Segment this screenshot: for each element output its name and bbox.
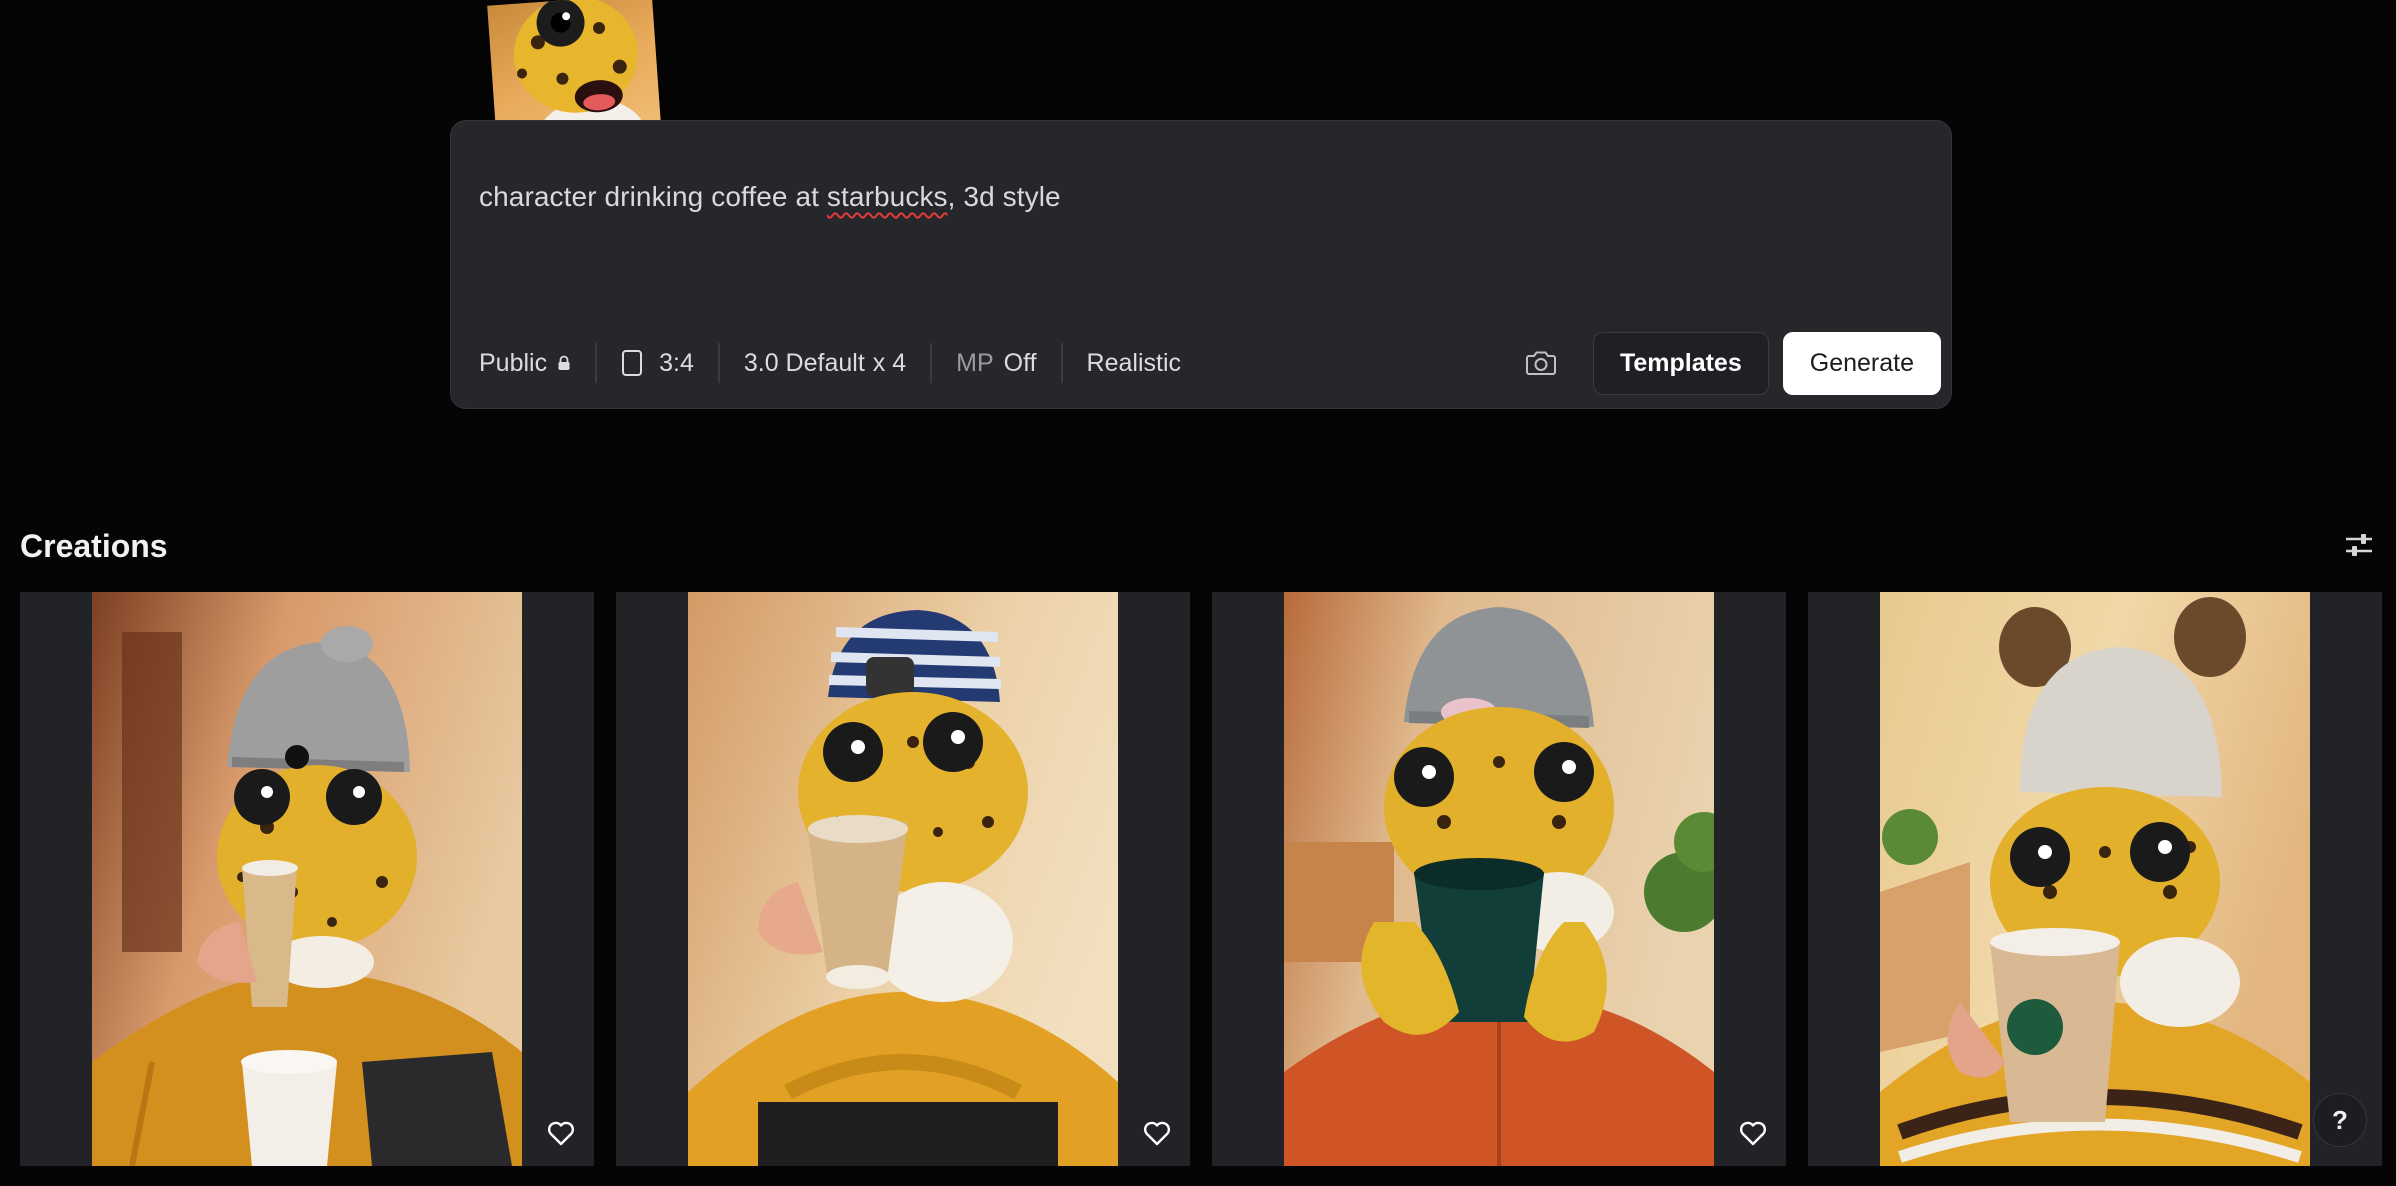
creations-heading: Creations [20,528,168,564]
magic-prompt-toggle[interactable]: MP Off [956,349,1036,378]
creation-image[interactable] [1880,592,2310,1166]
filter-settings-button[interactable] [2344,529,2374,561]
creations-grid [20,592,2382,1166]
creation-4-art [1880,592,2310,1166]
style-selector[interactable]: Realistic [1087,349,1181,378]
toolbar-divider [1060,343,1063,383]
creation-card[interactable] [20,592,594,1166]
creation-image[interactable] [92,592,522,1166]
like-button[interactable] [1138,1114,1176,1152]
prompt-panel: character drinking coffee at starbucks, … [450,120,1952,409]
image-count-label: x 4 [872,348,907,377]
model-selector[interactable]: 3.0 Default x 4 [744,349,906,378]
creation-card[interactable] [616,592,1190,1166]
generate-button[interactable]: Generate [1782,331,1941,395]
magic-prompt-value: Off [1003,348,1037,377]
heart-icon [547,1121,575,1146]
prompt-misspelled-word: starbucks [826,181,948,212]
toolbar-divider [717,343,720,383]
templates-button[interactable]: Templates [1592,331,1769,395]
creation-3-art [1284,592,1714,1166]
camera-icon [1525,351,1556,375]
aspect-ratio-selector[interactable]: 3:4 [621,349,694,378]
prompt-toolbar: Public 3:4 3.0 Default x 4 MP Off Realis… [479,318,1941,408]
toolbar-divider [595,343,598,383]
creation-card[interactable] [1212,592,1786,1166]
lock-icon [558,355,570,370]
page: character drinking coffee at starbucks, … [0,0,2396,1186]
toolbar-divider [930,343,933,383]
prompt-text-end: , 3d style [947,181,1061,212]
toolbar-actions: Templates Generate [1517,331,1941,395]
heart-icon [1143,1121,1171,1146]
aspect-ratio-label: 3:4 [659,348,694,377]
creation-2-art [688,592,1118,1166]
prompt-text-start: character drinking coffee at [479,181,827,212]
creation-image[interactable] [1284,592,1714,1166]
like-button[interactable] [1734,1114,1772,1152]
like-button[interactable] [542,1114,580,1152]
model-label: 3.0 Default [743,348,865,377]
portrait-frame-icon [622,350,643,376]
prompt-input[interactable]: character drinking coffee at starbucks, … [479,181,1061,213]
creation-card[interactable] [1808,592,2382,1166]
creation-image[interactable] [688,592,1118,1166]
visibility-label: Public [479,348,548,377]
magic-prompt-prefix: MP [956,348,994,377]
upload-image-button[interactable] [1517,339,1565,387]
sliders-icon [2346,534,2372,556]
help-button[interactable]: ? [2313,1093,2367,1147]
style-label: Realistic [1086,348,1182,377]
visibility-toggle[interactable]: Public [479,349,571,378]
creation-1-art [92,592,522,1166]
heart-icon [1739,1121,1767,1146]
